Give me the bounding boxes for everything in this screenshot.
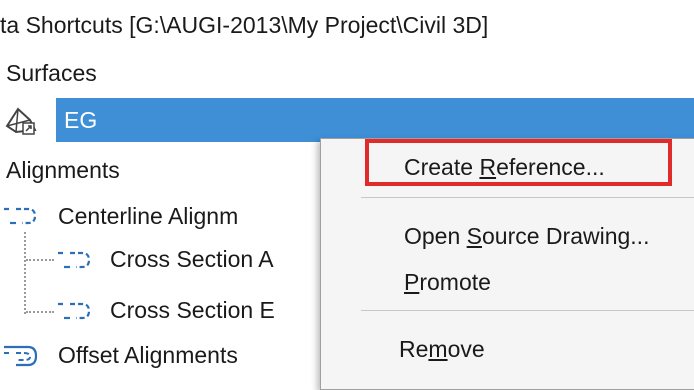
menu-item-label: eference... xyxy=(496,154,605,180)
alignment-icon xyxy=(58,302,91,320)
menu-item-label: Re xyxy=(399,336,429,362)
alignment-icon xyxy=(58,251,91,269)
tree-item-alignments[interactable]: Alignments xyxy=(6,155,120,185)
menu-separator xyxy=(361,310,694,311)
surface-icon xyxy=(5,107,37,135)
menu-item-accelerator: P xyxy=(404,269,420,295)
menu-item-promote[interactable]: Promote xyxy=(404,267,491,297)
tree-connector xyxy=(26,311,54,313)
alignment-icon xyxy=(4,207,37,225)
tree-item-cross-section-b[interactable]: Cross Section E xyxy=(110,295,275,325)
menu-item-open-source-drawing[interactable]: Open Source Drawing... xyxy=(404,221,649,251)
tree-connector xyxy=(24,232,26,314)
menu-item-label: ove xyxy=(447,336,485,362)
menu-item-remove[interactable]: Remove xyxy=(399,334,485,364)
tree-item-centerline[interactable]: Centerline Alignm xyxy=(58,201,238,231)
prospector-tree: ta Shortcuts [G:\AUGI-2013\My Project\Ci… xyxy=(0,0,694,390)
tree-connector xyxy=(26,259,54,261)
data-shortcuts-title: ta Shortcuts [G:\AUGI-2013\My Project\Ci… xyxy=(0,12,489,38)
menu-item-accelerator: R xyxy=(479,154,497,180)
context-menu: Create Reference... Open Source Drawing.… xyxy=(320,138,694,390)
menu-item-label: ource Drawing... xyxy=(482,223,650,249)
menu-item-label: romote xyxy=(419,269,491,295)
menu-item-label: Open xyxy=(404,223,467,249)
menu-item-create-reference[interactable]: Create Reference... xyxy=(404,152,605,182)
tree-item-cross-section-a[interactable]: Cross Section A xyxy=(110,244,274,274)
menu-item-label: Create xyxy=(404,154,480,180)
offset-alignment-icon xyxy=(4,345,38,367)
menu-item-accelerator: S xyxy=(466,223,482,249)
menu-separator xyxy=(361,197,694,198)
tree-item-offset-alignments[interactable]: Offset Alignments xyxy=(58,340,238,370)
selected-row-highlight xyxy=(56,98,694,142)
tree-item-surfaces[interactable]: Surfaces xyxy=(6,58,97,88)
menu-item-accelerator: m xyxy=(428,336,448,362)
tree-item-eg[interactable]: EG xyxy=(64,105,97,135)
